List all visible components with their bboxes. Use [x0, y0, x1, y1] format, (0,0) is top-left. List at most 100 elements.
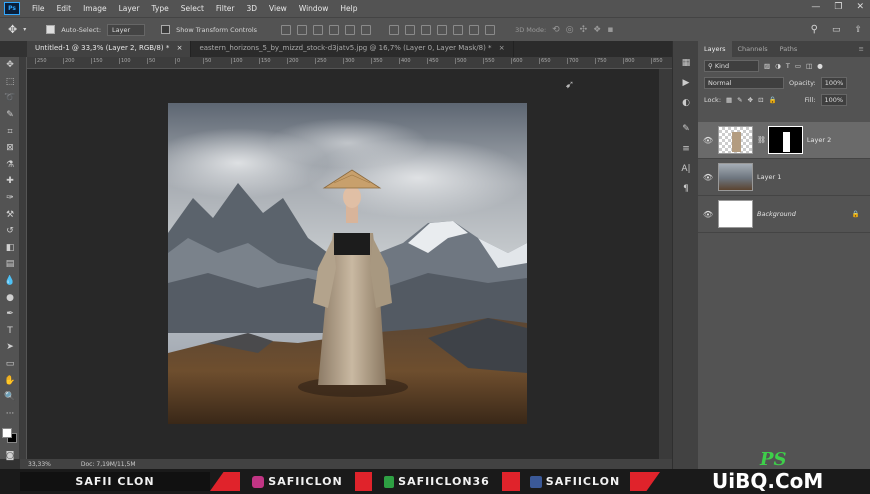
menu-edit[interactable]: Edit — [51, 4, 78, 13]
tab-close-icon[interactable]: × — [177, 44, 183, 52]
3d-rotate-icon[interactable]: ⟲ — [552, 25, 560, 35]
history-brush-tool-icon[interactable]: ↺ — [0, 223, 20, 240]
quick-selection-tool-icon[interactable]: ✎ — [0, 107, 20, 124]
brush-tool-icon[interactable]: ✑ — [0, 190, 20, 207]
align-right-icon[interactable] — [361, 24, 372, 35]
dodge-tool-icon[interactable]: ● — [0, 289, 20, 306]
layer-row-layer-2[interactable]: 👁 ⛓ Layer 2 — [698, 122, 870, 159]
lock-transparent-icon[interactable]: ▦ — [726, 96, 732, 104]
menu-view[interactable]: View — [263, 4, 293, 13]
distribute-top-icon[interactable] — [389, 24, 400, 35]
type-tool-icon[interactable]: T — [0, 323, 20, 340]
3d-scale-icon[interactable]: ▪ — [607, 25, 613, 35]
fill-input[interactable]: 100% — [820, 93, 848, 106]
marquee-tool-icon[interactable]: ⬚ — [0, 74, 20, 91]
3d-slide-icon[interactable]: ❖ — [593, 25, 601, 35]
zoom-level[interactable]: 33,33% — [28, 461, 51, 468]
chain-link-icon[interactable]: ⛓ — [757, 136, 766, 144]
panel-menu-icon[interactable]: ≡ — [853, 41, 870, 57]
lock-artboard-icon[interactable]: ⊡ — [758, 96, 763, 104]
filter-shape-icon[interactable]: ▭ — [795, 62, 801, 70]
filter-smart-object-icon[interactable]: ◫ — [806, 62, 812, 70]
distribute-hcenter-icon[interactable] — [453, 24, 464, 35]
3d-pan-icon[interactable]: ✣ — [580, 25, 588, 35]
brush-panel-icon[interactable]: ✎ — [673, 119, 699, 139]
kind-filter-dropdown[interactable]: ⚲ Kind — [704, 59, 759, 72]
distribute-bottom-icon[interactable] — [421, 24, 432, 35]
color-swatches[interactable] — [0, 422, 19, 448]
close-button[interactable]: ✕ — [856, 2, 864, 12]
share-icon[interactable]: ⇪ — [854, 25, 862, 35]
shape-tool-icon[interactable]: ▭ — [0, 356, 20, 373]
eyedropper-tool-icon[interactable]: ⚗ — [0, 157, 20, 174]
filter-type-icon[interactable]: T — [786, 62, 790, 70]
lock-pixels-icon[interactable]: ✎ — [737, 96, 742, 104]
align-hcenter-icon[interactable] — [345, 24, 356, 35]
workspace-icon[interactable]: ▭ — [832, 25, 841, 35]
align-top-icon[interactable] — [281, 24, 292, 35]
tab-channels[interactable]: Channels — [732, 41, 774, 57]
more-tools-icon[interactable]: ··· — [0, 405, 20, 422]
visibility-eye-icon[interactable]: 👁 — [698, 210, 718, 219]
move-tool-icon[interactable]: ✥ — [0, 57, 20, 74]
quick-mask-icon[interactable]: ◙ — [0, 448, 20, 465]
minimize-button[interactable]: — — [811, 2, 820, 12]
visibility-eye-icon[interactable]: 👁 — [698, 136, 718, 145]
align-left-icon[interactable] — [329, 24, 340, 35]
tab-close-icon[interactable]: × — [499, 44, 505, 52]
blend-mode-dropdown[interactable]: Normal — [704, 76, 784, 89]
zoom-tool-icon[interactable]: 🔍 — [0, 389, 20, 406]
auto-select-checkbox[interactable] — [46, 25, 56, 34]
menu-image[interactable]: Image — [77, 4, 113, 13]
layer-name[interactable]: Layer 1 — [757, 173, 781, 181]
pen-tool-icon[interactable]: ✒ — [0, 306, 20, 323]
tab-layers[interactable]: Layers — [698, 41, 732, 57]
healing-brush-tool-icon[interactable]: ✚ — [0, 173, 20, 190]
history-panel-icon[interactable]: ▦ — [673, 53, 699, 73]
gradient-tool-icon[interactable]: ▤ — [0, 256, 20, 273]
search-icon[interactable]: ⚲ — [811, 24, 818, 35]
move-tool-icon[interactable]: ✥ — [8, 23, 17, 36]
doc-size[interactable]: Doc: 7,19M/11,5M — [81, 461, 136, 468]
lock-position-icon[interactable]: ✥ — [748, 96, 753, 104]
filter-pixel-icon[interactable]: ▨ — [764, 62, 770, 70]
layer-mask-thumbnail[interactable] — [767, 126, 803, 154]
character-panel-icon[interactable]: A| — [673, 159, 699, 179]
3d-roll-icon[interactable]: ◎ — [566, 25, 574, 35]
menu-filter[interactable]: Filter — [210, 4, 241, 13]
menu-window[interactable]: Window — [293, 4, 335, 13]
tab-untitled-1[interactable]: Untitled-1 @ 33,3% (Layer 2, RGB/8) * × — [27, 41, 192, 57]
brush-settings-icon[interactable]: ≡ — [673, 139, 699, 159]
layer-name[interactable]: Background — [757, 210, 796, 218]
distribute-vcenter-icon[interactable] — [405, 24, 416, 35]
menu-help[interactable]: Help — [334, 4, 363, 13]
show-transform-checkbox[interactable] — [161, 25, 171, 34]
filter-adjustment-icon[interactable]: ◑ — [775, 62, 781, 70]
layer-row-background[interactable]: 👁 Background 🔒 — [698, 196, 870, 233]
eraser-tool-icon[interactable]: ◧ — [0, 240, 20, 257]
layer-row-layer-1[interactable]: 👁 Layer 1 — [698, 159, 870, 196]
restore-button[interactable]: ❐ — [834, 2, 842, 12]
crop-tool-icon[interactable]: ⌗ — [0, 123, 20, 140]
menu-file[interactable]: File — [26, 4, 51, 13]
tab-eastern-horizons[interactable]: eastern_horizons_5_by_mizzd_stock-d3jatv… — [191, 41, 514, 57]
tool-preset-chevron-icon[interactable]: ▾ — [23, 26, 26, 33]
opacity-input[interactable]: 100% — [820, 76, 848, 89]
lock-all-icon[interactable]: 🔒 — [769, 96, 777, 104]
frame-tool-icon[interactable]: ⊠ — [0, 140, 20, 157]
menu-3d[interactable]: 3D — [240, 4, 263, 13]
distribute-right-icon[interactable] — [469, 24, 480, 35]
auto-align-icon[interactable] — [485, 24, 496, 35]
align-vcenter-icon[interactable] — [297, 24, 308, 35]
foreground-color-swatch[interactable] — [2, 428, 12, 439]
distribute-left-icon[interactable] — [437, 24, 448, 35]
adjustments-panel-icon[interactable]: ◐ — [673, 93, 699, 113]
menu-select[interactable]: Select — [175, 4, 210, 13]
layer-name[interactable]: Layer 2 — [807, 136, 831, 144]
blur-tool-icon[interactable]: 💧 — [0, 273, 20, 290]
align-bottom-icon[interactable] — [313, 24, 324, 35]
actions-panel-icon[interactable]: ▶ — [673, 73, 699, 93]
tab-paths[interactable]: Paths — [774, 41, 804, 57]
lasso-tool-icon[interactable]: ➰ — [0, 90, 20, 107]
path-selection-tool-icon[interactable]: ➤ — [0, 339, 20, 356]
